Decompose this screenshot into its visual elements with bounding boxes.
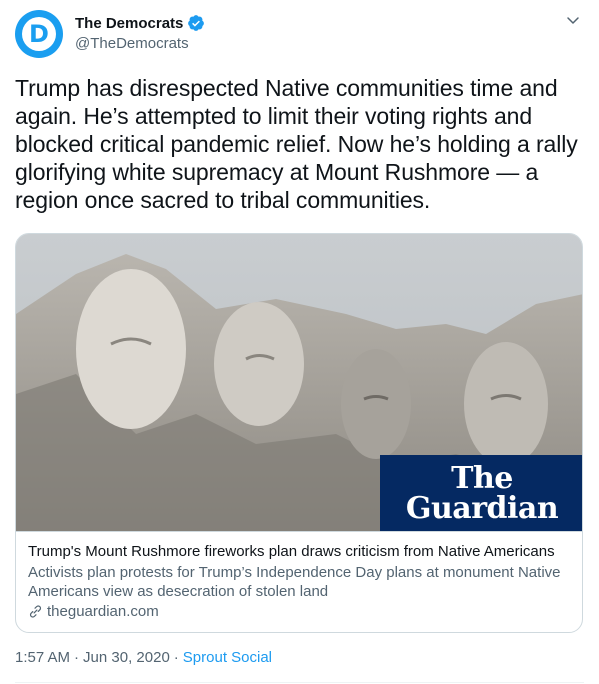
guardian-logo: The Guardian	[380, 455, 582, 531]
guardian-logo-line1: The	[451, 461, 513, 496]
verified-badge-icon	[188, 15, 205, 31]
card-body: Trump's Mount Rushmore fireworks plan dr…	[16, 531, 582, 620]
tweet-time[interactable]: 1:57 AM	[15, 649, 70, 666]
card-domain: theguardian.com	[47, 603, 159, 620]
tweet-text: Trump has disrespected Native communitie…	[15, 75, 578, 213]
meta-separator: ·	[74, 649, 80, 666]
avatar-inner: D	[22, 17, 56, 51]
author-display-name[interactable]: The Democrats	[75, 15, 183, 32]
card-domain-row: theguardian.com	[28, 603, 572, 620]
avatar[interactable]: D	[15, 10, 63, 58]
tweet-date[interactable]: Jun 30, 2020	[83, 649, 170, 666]
author-names: The Democrats @TheDemocrats	[75, 14, 205, 52]
guardian-logo-line2: Guardian	[405, 491, 559, 526]
link-icon	[29, 605, 42, 618]
divider	[15, 682, 584, 683]
tweet-source-link[interactable]: Sprout Social	[183, 649, 272, 666]
card-description: Activists plan protests for Trump’s Inde…	[28, 564, 561, 600]
chevron-down-icon[interactable]	[565, 12, 581, 28]
tweet-meta: 1:57 AM · Jun 30, 2020 · Sprout Social	[15, 649, 272, 666]
author-handle[interactable]: @TheDemocrats	[75, 35, 205, 52]
meta-separator: ·	[173, 649, 179, 666]
link-card[interactable]: The Guardian Trump's Mount Rushmore fire…	[15, 233, 583, 633]
avatar-letter: D	[29, 20, 49, 48]
card-image[interactable]: The Guardian	[16, 234, 582, 531]
tweet: D The Democrats @TheDemocrats Trump has …	[0, 0, 599, 684]
display-row: The Democrats	[75, 14, 205, 32]
card-title: Trump's Mount Rushmore fireworks plan dr…	[28, 543, 555, 560]
